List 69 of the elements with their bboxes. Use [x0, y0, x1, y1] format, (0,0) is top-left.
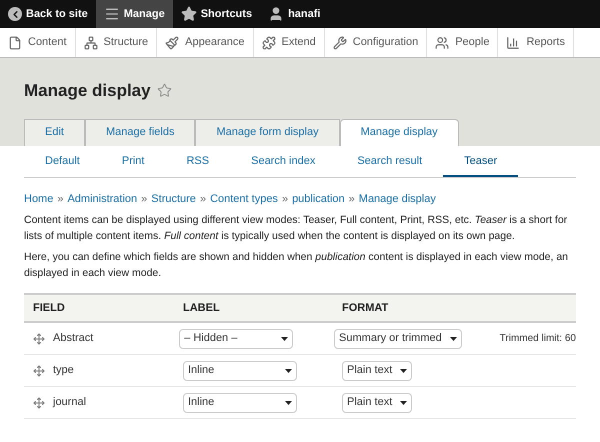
admin-menu-item[interactable]: People [427, 28, 498, 57]
breadcrumb-link[interactable]: Content types [210, 190, 278, 207]
field-name: type [53, 363, 74, 378]
breadcrumb-separator: » [57, 192, 64, 206]
breadcrumb-separator: » [348, 192, 355, 206]
star-icon [180, 6, 197, 22]
column-header: LABEL [183, 300, 221, 316]
tab[interactable]: Search index [230, 153, 336, 176]
star-icon[interactable] [156, 83, 172, 98]
tab[interactable]: Print [100, 153, 166, 176]
admin-menu-item[interactable]: Configuration [324, 28, 428, 57]
admin-menu-item[interactable]: Extend [254, 28, 325, 57]
tab[interactable]: Teaser [443, 153, 518, 176]
admin-menu-item[interactable]: Content [0, 28, 76, 57]
admin-menu-item[interactable]: Reports [498, 28, 574, 57]
select-field[interactable]: Inline [183, 392, 297, 412]
toolbar-item[interactable]: Back to site [0, 0, 96, 28]
select-field[interactable]: Summary or trimmed [334, 328, 462, 348]
tab[interactable]: Manage display [340, 118, 459, 146]
drag-handle-icon[interactable] [33, 332, 45, 344]
tab[interactable]: Edit [24, 118, 85, 146]
wrench-icon [332, 36, 347, 50]
caret-icon [400, 400, 408, 404]
breadcrumb-link[interactable]: Manage display [358, 190, 436, 207]
toolbar-item[interactable]: Shortcuts [172, 0, 260, 28]
breadcrumb-link[interactable]: Home [24, 190, 54, 207]
tab[interactable]: Default [24, 153, 101, 176]
back-icon [8, 7, 22, 21]
user-icon [268, 6, 284, 22]
caret-icon [281, 336, 288, 340]
puzzle-icon [262, 36, 276, 50]
caret-icon [285, 368, 292, 372]
page-title: Manage display [24, 80, 151, 102]
admin-menu-item[interactable]: Structure [76, 28, 158, 57]
admin-menu-item[interactable]: Appearance [157, 28, 254, 57]
toolbar-item[interactable]: Manage [96, 0, 173, 28]
tab[interactable]: RSS [165, 153, 230, 176]
field-name: Abstract [53, 331, 94, 346]
tab[interactable]: Search result [336, 153, 444, 176]
select-field[interactable]: Plain text [342, 360, 412, 380]
breadcrumb-link[interactable]: publication [292, 190, 345, 207]
people-icon [435, 36, 450, 50]
tab[interactable]: Manage fields [84, 118, 196, 146]
bar-chart-icon [506, 36, 520, 50]
document-icon [8, 36, 22, 50]
description-text: Here, you can define which fields are shown and hidden when publication content is displayed in each view mode, an displayed in each view mode. [24, 250, 570, 281]
hierarchy-icon [84, 36, 98, 50]
caret-icon [285, 400, 292, 404]
breadcrumb-separator: » [141, 192, 148, 206]
brush-icon [165, 36, 180, 50]
column-header: FORMAT [342, 300, 390, 316]
field-name: journal [53, 395, 86, 410]
breadcrumb-link[interactable]: Structure [151, 190, 196, 207]
tab[interactable]: Manage form display [195, 118, 340, 146]
select-field[interactable]: Plain text [342, 392, 412, 412]
format-summary: Trimmed limit: 60 [500, 332, 576, 346]
drag-handle-icon[interactable] [33, 396, 45, 408]
caret-icon [450, 336, 457, 340]
breadcrumb-link[interactable]: Administration [67, 190, 138, 207]
description-text: Content items can be displayed using different view modes: Teaser, Full content, Print, RSS, etc. Teaser is a short for lists of multiple content items. Full content is typically used when the content is displayed on its own page. [24, 213, 568, 244]
breadcrumb-separator: » [282, 192, 288, 206]
select-field[interactable]: Inline [183, 360, 297, 380]
drag-handle-icon[interactable] [33, 364, 45, 376]
column-header: FIELD [32, 300, 66, 316]
breadcrumb-separator: » [200, 192, 206, 206]
menu-icon [104, 6, 120, 22]
caret-icon [400, 368, 408, 372]
select-field[interactable]: – Hidden – [179, 328, 294, 348]
toolbar-item[interactable]: hanafi [260, 0, 328, 28]
